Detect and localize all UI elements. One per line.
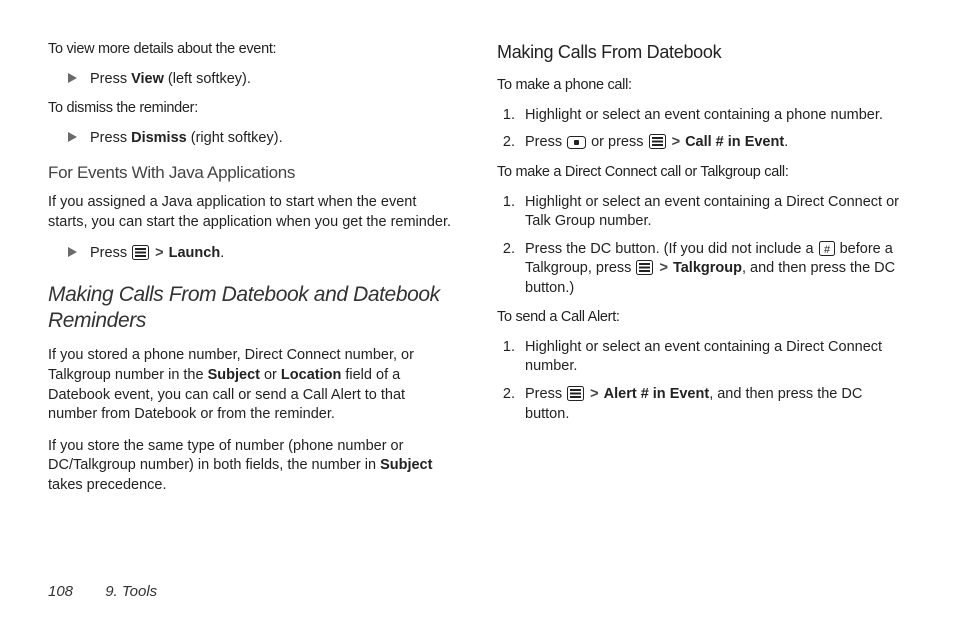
bullet-list-dismiss: Press Dismiss (right softkey). <box>48 129 457 149</box>
text: Press <box>525 386 566 402</box>
list-item: Highlight or select an event containing … <box>519 106 906 126</box>
chapter-title: 9. Tools <box>105 583 157 600</box>
bold-launch: Launch <box>169 245 221 261</box>
heading-making-calls: Making Calls From Datebook and Datebook … <box>48 282 457 335</box>
gt-icon: > <box>659 260 667 276</box>
menu-key-icon <box>649 134 666 149</box>
text: Highlight or select an event containing … <box>525 339 882 375</box>
text-stored-number: If you stored a phone number, Direct Con… <box>48 346 457 424</box>
text: Press <box>90 71 131 87</box>
bold-subject: Subject <box>380 457 432 473</box>
bullet-icon <box>68 132 77 142</box>
pound-key-icon: # <box>819 241 835 256</box>
bullet-icon <box>68 247 77 257</box>
bold-view: View <box>131 71 164 87</box>
list-item: Press > Launch. <box>68 244 457 264</box>
text: Press <box>90 130 131 146</box>
svg-text:#: # <box>824 244 831 256</box>
menu-key-icon <box>132 245 149 260</box>
text: takes precedence. <box>48 477 167 493</box>
text-send-call-alert: To send a Call Alert: <box>497 308 906 328</box>
text: Highlight or select an event containing … <box>525 194 899 230</box>
bold-alert-in-event: Alert # in Event <box>604 386 710 402</box>
text-precedence: If you store the same type of number (ph… <box>48 437 457 496</box>
list-item: Press the DC button. (If you did not inc… <box>519 240 906 299</box>
text: Press the DC button. (If you did not inc… <box>525 241 818 257</box>
text-make-phone-call: To make a phone call: <box>497 76 906 96</box>
list-item: Highlight or select an event containing … <box>519 338 906 377</box>
bold-subject: Subject <box>208 367 260 383</box>
text-make-dc-call: To make a Direct Connect call or Talkgro… <box>497 163 906 183</box>
text: (right softkey). <box>187 130 283 146</box>
text: or press <box>587 134 647 150</box>
left-column: To view more details about the event: Pr… <box>48 40 457 507</box>
gt-icon: > <box>155 245 163 261</box>
text: (left softkey). <box>164 71 251 87</box>
text: Press <box>90 245 131 261</box>
page-number: 108 <box>48 583 73 600</box>
bold-call-in-event: Call # in Event <box>685 134 784 150</box>
bullet-icon <box>68 73 77 83</box>
bullet-list-view: Press View (left softkey). <box>48 70 457 90</box>
list-item: Press or press > Call # in Event. <box>519 133 906 153</box>
text: . <box>220 245 224 261</box>
numbered-list-dc: Highlight or select an event containing … <box>497 193 906 299</box>
bold-dismiss: Dismiss <box>131 130 187 146</box>
text-dismiss-reminder: To dismiss the reminder: <box>48 99 457 119</box>
numbered-list-phone: Highlight or select an event containing … <box>497 106 906 153</box>
text-view-details: To view more details about the event: <box>48 40 457 60</box>
menu-key-icon <box>636 260 653 275</box>
page-footer: 108 9. Tools <box>48 583 157 600</box>
ok-key-icon <box>567 136 586 149</box>
gt-icon: > <box>672 134 680 150</box>
heading-making-calls-datebook: Making Calls From Datebook <box>497 40 906 64</box>
list-item: Press View (left softkey). <box>68 70 457 90</box>
text: Highlight or select an event containing … <box>525 107 883 123</box>
bold-location: Location <box>281 367 341 383</box>
list-item: Press Dismiss (right softkey). <box>68 129 457 149</box>
page-content: To view more details about the event: Pr… <box>0 0 954 507</box>
text: or <box>260 367 281 383</box>
right-column: Making Calls From Datebook To make a pho… <box>497 40 906 507</box>
text: . <box>784 134 788 150</box>
text: If you store the same type of number (ph… <box>48 438 403 474</box>
numbered-list-alert: Highlight or select an event containing … <box>497 338 906 424</box>
text: Press <box>525 134 566 150</box>
heading-java-apps: For Events With Java Applications <box>48 162 457 185</box>
bullet-list-launch: Press > Launch. <box>48 244 457 264</box>
list-item: Press > Alert # in Event, and then press… <box>519 385 906 424</box>
gt-icon: > <box>590 386 598 402</box>
bold-talkgroup: Talkgroup <box>673 260 742 276</box>
list-item: Highlight or select an event containing … <box>519 193 906 232</box>
text-java-desc: If you assigned a Java application to st… <box>48 193 457 232</box>
menu-key-icon <box>567 386 584 401</box>
